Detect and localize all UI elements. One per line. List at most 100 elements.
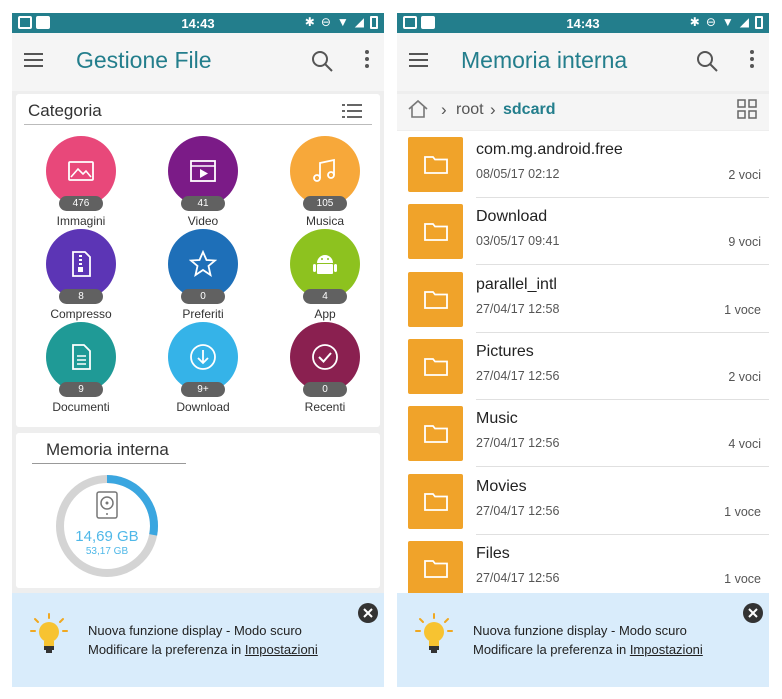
folder-row[interactable]: Download 03/05/17 09:41 9 voci bbox=[397, 198, 769, 266]
zip-icon bbox=[72, 251, 91, 277]
folder-icon bbox=[424, 425, 448, 444]
category-documenti[interactable]: 9 Documenti bbox=[26, 322, 136, 418]
folder-icon bbox=[424, 357, 448, 376]
document-icon bbox=[72, 344, 91, 370]
download-icon bbox=[190, 344, 216, 370]
tip-banner[interactable]: Nuova funzione display - Modo scuro Modi… bbox=[397, 593, 769, 687]
status-bar: 14:43 ✱ ⊖ ▼ ◢ bbox=[397, 13, 769, 33]
storage-ring bbox=[56, 475, 158, 577]
dnd-icon: ⊖ bbox=[320, 15, 331, 29]
storage-card[interactable]: Memoria interna 14,69 GB 53,17 GB bbox=[16, 433, 380, 588]
page-title: Memoria interna bbox=[461, 47, 628, 73]
music-icon bbox=[313, 158, 335, 182]
category-label: Musica bbox=[305, 214, 344, 228]
wifi-icon: ▼ bbox=[721, 15, 734, 29]
category-recenti[interactable]: 0 Recenti bbox=[270, 322, 380, 418]
category-count: 4 bbox=[303, 289, 347, 304]
folder-name: Pictures bbox=[476, 342, 534, 360]
folder-item-count: 1 voce bbox=[724, 302, 761, 317]
folder-row[interactable]: Movies 27/04/17 12:56 1 voce bbox=[397, 468, 769, 535]
android-icon bbox=[313, 255, 337, 274]
folder-name: Files bbox=[476, 544, 510, 562]
folder-icon bbox=[424, 156, 448, 174]
close-icon bbox=[363, 608, 373, 618]
folder-name: Download bbox=[476, 208, 548, 226]
folder-name: Movies bbox=[476, 477, 527, 495]
folder-item-count: 4 voci bbox=[728, 437, 761, 452]
category-video[interactable]: 41 Video bbox=[148, 136, 258, 232]
category-app[interactable]: 4 App bbox=[270, 229, 380, 325]
more-options-icon[interactable] bbox=[749, 50, 755, 70]
folder-tile bbox=[408, 271, 463, 327]
category-label: Documenti bbox=[52, 400, 110, 414]
close-banner-button[interactable] bbox=[743, 603, 763, 623]
signal-icon: ◢ bbox=[739, 15, 749, 29]
category-label: Recenti bbox=[304, 400, 346, 414]
folder-row[interactable]: com.mg.android.free 08/05/17 02:12 2 voci bbox=[397, 131, 769, 198]
folder-row[interactable]: Music 27/04/17 12:56 4 voci bbox=[397, 400, 769, 468]
category-label: Preferiti bbox=[182, 307, 224, 321]
category-count: 9+ bbox=[181, 382, 225, 397]
storage-used: 14,69 GB bbox=[75, 528, 139, 545]
more-options-icon[interactable] bbox=[364, 50, 370, 70]
recent-icon bbox=[312, 344, 338, 370]
list-view-icon[interactable] bbox=[342, 103, 362, 119]
folder-item-count: 1 voce bbox=[724, 504, 761, 519]
breadcrumb-root[interactable]: root bbox=[456, 101, 484, 119]
chevron-right-icon: › bbox=[490, 100, 496, 119]
category-count: 41 bbox=[181, 196, 225, 211]
settings-link[interactable]: Impostazioni bbox=[630, 642, 703, 657]
page-title: Gestione File bbox=[76, 47, 212, 73]
folder-date: 27/04/17 12:56 bbox=[476, 368, 560, 383]
category-card: Categoria 476 Immagini 41 Video 105 Musica 8 Co… bbox=[16, 94, 380, 427]
banner-message: Nuova funzione display - Modo scuro bbox=[473, 623, 687, 638]
category-download[interactable]: 9+ Download bbox=[148, 322, 258, 418]
category-count: 8 bbox=[59, 289, 103, 304]
menu-icon[interactable] bbox=[409, 53, 428, 67]
home-icon[interactable] bbox=[407, 98, 429, 120]
battery-icon bbox=[755, 15, 763, 29]
folder-tile bbox=[408, 204, 463, 260]
category-count: 9 bbox=[59, 382, 103, 397]
close-banner-button[interactable] bbox=[358, 603, 378, 623]
video-icon bbox=[190, 160, 216, 182]
category-label: Immagini bbox=[56, 214, 106, 228]
category-count: 476 bbox=[59, 196, 103, 211]
storage-title: Memoria interna bbox=[46, 440, 169, 459]
menu-icon[interactable] bbox=[24, 53, 43, 67]
folder-row[interactable]: parallel_intl 27/04/17 12:58 1 voce bbox=[397, 266, 769, 333]
settings-link[interactable]: Impostazioni bbox=[245, 642, 318, 657]
folder-tile bbox=[408, 406, 463, 462]
category-preferiti[interactable]: 0 Preferiti bbox=[148, 229, 258, 325]
folder-date: 27/04/17 12:56 bbox=[476, 436, 560, 451]
folder-icon bbox=[424, 559, 448, 578]
folder-item-count: 2 voci bbox=[728, 168, 761, 182]
folder-date: 03/05/17 09:41 bbox=[476, 234, 560, 249]
category-immagini[interactable]: 476 Immagini bbox=[26, 136, 136, 232]
category-musica[interactable]: 105 Musica bbox=[270, 136, 380, 232]
folder-name: com.mg.android.free bbox=[476, 141, 623, 158]
folder-item-count: 9 voci bbox=[728, 235, 761, 250]
category-label: Video bbox=[187, 214, 219, 228]
breadcrumb: › root › sdcard bbox=[397, 94, 769, 130]
grid-view-icon[interactable] bbox=[737, 99, 757, 119]
breadcrumb-current[interactable]: sdcard bbox=[503, 101, 555, 119]
folder-row[interactable]: Pictures 27/04/17 12:56 2 voci bbox=[397, 333, 769, 400]
folder-icon bbox=[424, 223, 448, 242]
hard-drive-icon bbox=[96, 491, 118, 519]
folder-date: 27/04/17 12:56 bbox=[476, 570, 560, 585]
folder-tile bbox=[408, 137, 463, 192]
category-count: 0 bbox=[303, 382, 347, 397]
search-icon[interactable] bbox=[310, 49, 334, 73]
category-compresso[interactable]: 8 Compresso bbox=[26, 229, 136, 325]
folder-date: 27/04/17 12:56 bbox=[476, 503, 560, 518]
app-bar: Memoria interna bbox=[397, 33, 769, 91]
app-bar: Gestione File bbox=[12, 33, 384, 91]
category-label: Download bbox=[176, 400, 230, 414]
category-label: Compresso bbox=[50, 307, 112, 321]
star-icon bbox=[189, 250, 217, 277]
tip-banner[interactable]: Nuova funzione display - Modo scuro Modi… bbox=[12, 593, 384, 687]
search-icon[interactable] bbox=[695, 49, 719, 73]
folder-row[interactable]: Files 27/04/17 12:56 1 voce bbox=[397, 535, 769, 602]
folder-tile bbox=[408, 540, 463, 596]
